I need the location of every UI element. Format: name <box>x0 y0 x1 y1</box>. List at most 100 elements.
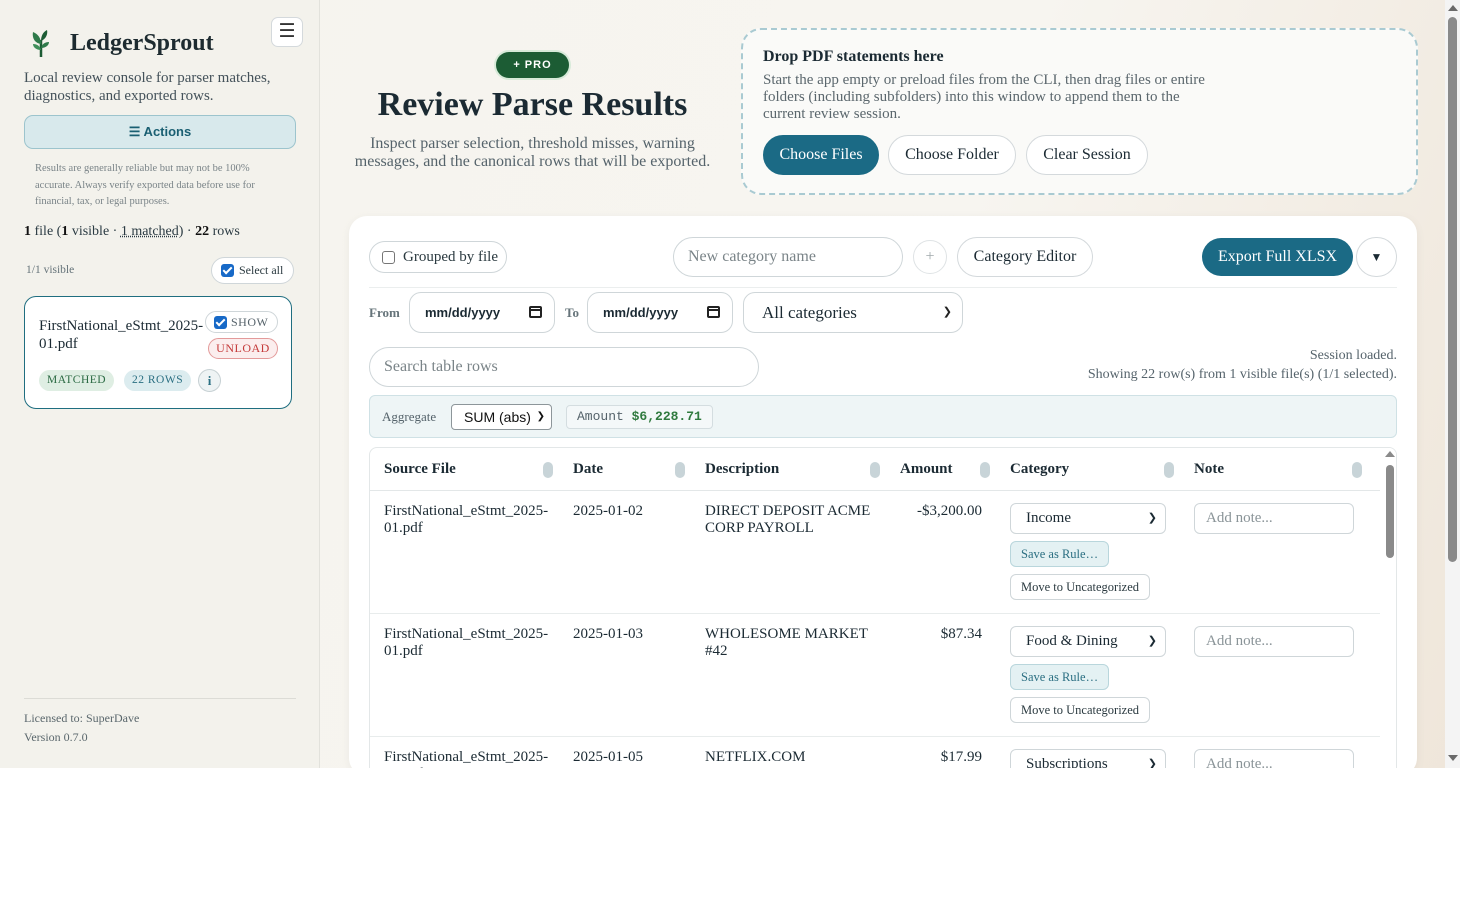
show-label: SHOW <box>231 314 269 329</box>
export-options-button[interactable]: ▼ <box>1356 237 1397 277</box>
note-input[interactable]: Add note... <box>1194 503 1354 534</box>
category-select[interactable]: Food & Dining ❯ <box>1010 626 1166 657</box>
show-checkbox[interactable] <box>214 315 227 329</box>
count-visible-word: visible · <box>68 224 121 239</box>
sprout-logo-icon <box>32 30 49 57</box>
file-card-name: FirstNational_eStmt_2025-01.pdf <box>39 318 204 352</box>
cell-amount: -$3,200.00 <box>917 503 982 519</box>
choose-folder-button[interactable]: Choose Folder <box>888 135 1016 175</box>
cell-amount: $87.34 <box>940 626 982 642</box>
chevron-down-icon: ❯ <box>1147 512 1157 524</box>
category-select-value: Income <box>1026 510 1071 526</box>
rows-badge: 22 ROWS <box>124 370 192 391</box>
category-select-value: Food & Dining <box>1026 633 1118 649</box>
review-panel: Grouped by file New category name + Cate… <box>349 216 1417 768</box>
category-filter-select[interactable]: All categories ❯ <box>743 292 963 333</box>
menu-button[interactable]: ☰ <box>271 17 303 47</box>
unload-button[interactable]: UNLOAD <box>208 338 278 359</box>
column-resize-handle[interactable] <box>1164 462 1174 478</box>
column-header-note[interactable]: Note <box>1194 448 1224 490</box>
column-header-date[interactable]: Date <box>573 448 603 490</box>
grouped-checkbox[interactable] <box>382 250 395 264</box>
info-icon[interactable]: i <box>198 369 221 392</box>
column-resize-handle[interactable] <box>1352 462 1362 478</box>
page-subtitle: Inspect parser selection, threshold miss… <box>354 135 711 170</box>
grouped-by-file-toggle[interactable]: Grouped by file <box>369 241 507 273</box>
from-date-placeholder: mm/dd/yyyy <box>425 305 501 320</box>
cell-amount: $17.99 <box>940 749 982 765</box>
save-as-rule-button[interactable]: Save as Rule… <box>1010 541 1110 567</box>
dropzone-text: Start the app empty or preload files fro… <box>763 72 1205 122</box>
brand-name: LedgerSprout <box>70 29 214 56</box>
column-header-description[interactable]: Description <box>705 448 779 490</box>
dropzone[interactable]: Drop PDF statements here Start the app e… <box>741 28 1418 195</box>
cell-source: FirstNational_eStmt_2025-01.pdf <box>384 626 549 659</box>
file-card[interactable]: FirstNational_eStmt_2025-01.pdf SHOW UNL… <box>24 296 292 409</box>
table-row: FirstNational_eStmt_2025-01.pdf 2025-01-… <box>370 737 1380 768</box>
aggregate-bar: Aggregate SUM (abs) ❯ Amount $6,228.71 <box>369 395 1397 438</box>
category-editor-button[interactable]: Category Editor <box>957 237 1093 277</box>
license-text: Licensed to: SuperDave <box>24 711 140 725</box>
divider <box>369 287 1397 288</box>
chevron-down-icon: ❯ <box>536 411 545 422</box>
page-scroll-thumb[interactable] <box>1448 17 1457 562</box>
show-toggle[interactable]: SHOW <box>205 311 278 333</box>
category-select-value: Subscriptions <box>1026 756 1108 768</box>
cell-date: 2025-01-03 <box>573 626 643 642</box>
column-resize-handle[interactable] <box>870 462 880 478</box>
column-resize-handle[interactable] <box>543 462 553 478</box>
category-select[interactable]: Income ❯ <box>1010 503 1166 534</box>
column-resize-handle[interactable] <box>675 462 685 478</box>
note-input[interactable]: Add note... <box>1194 749 1354 768</box>
scroll-down-icon[interactable] <box>1448 755 1458 761</box>
cell-source: FirstNational_eStmt_2025-01.pdf <box>384 749 549 768</box>
move-to-uncategorized-button[interactable]: Move to Uncategorized <box>1010 697 1151 723</box>
page-title: Review Parse Results <box>377 86 688 123</box>
category-select[interactable]: Subscriptions ❯ <box>1010 749 1166 768</box>
save-as-rule-button[interactable]: Save as Rule… <box>1010 664 1110 690</box>
calendar-icon[interactable] <box>707 306 720 318</box>
page-scrollbar[interactable] <box>1445 0 1460 768</box>
to-date-placeholder: mm/dd/yyyy <box>603 305 679 320</box>
count-close: ) · <box>178 224 196 239</box>
table-scrollbar[interactable] <box>1381 448 1396 768</box>
tagline: Local review console for parser matches,… <box>24 70 271 104</box>
column-header-category[interactable]: Category <box>1010 448 1069 490</box>
brand: LedgerSprout <box>24 28 214 58</box>
search-input[interactable]: Search table rows <box>369 347 759 387</box>
count-files: 1 <box>24 224 31 239</box>
sidebar-footer: Licensed to: SuperDave Version 0.7.0 <box>24 698 296 747</box>
scroll-up-icon[interactable] <box>1385 451 1395 457</box>
cell-description: NETFLIX.COM <box>705 749 806 765</box>
table-scroll-thumb[interactable] <box>1386 465 1394 558</box>
add-category-button[interactable]: + <box>913 240 947 274</box>
from-date-input[interactable]: mm/dd/yyyy <box>409 292 555 333</box>
clear-session-button[interactable]: Clear Session <box>1026 135 1148 175</box>
to-date-input[interactable]: mm/dd/yyyy <box>587 292 733 333</box>
status-line-2: Showing 22 row(s) from 1 visible file(s)… <box>1087 367 1397 382</box>
new-category-input[interactable]: New category name <box>673 237 903 277</box>
aggregate-mode-select[interactable]: SUM (abs) ❯ <box>451 404 552 430</box>
choose-files-button[interactable]: Choose Files <box>763 135 879 175</box>
note-input[interactable]: Add note... <box>1194 626 1354 657</box>
cell-date: 2025-01-02 <box>573 503 643 519</box>
app-window: LedgerSprout ☰ Local review console for … <box>0 0 1460 768</box>
chevron-down-icon: ❯ <box>1147 635 1157 647</box>
column-header-amount[interactable]: Amount <box>900 448 953 490</box>
chevron-down-icon: ❯ <box>1147 758 1157 768</box>
scroll-up-icon[interactable] <box>1448 5 1458 11</box>
column-header-source[interactable]: Source File <box>384 448 456 490</box>
actions-button[interactable]: ☰ Actions <box>24 115 296 149</box>
count-files-word: file ( <box>31 224 62 239</box>
category-filter-value: All categories <box>762 303 857 322</box>
from-label: From <box>369 305 400 320</box>
to-label: To <box>565 305 579 320</box>
calendar-icon[interactable] <box>529 306 542 318</box>
grouped-label: Grouped by file <box>403 248 498 265</box>
select-all-toggle[interactable]: Select all <box>211 257 294 284</box>
pro-badge: + PRO <box>496 52 569 78</box>
column-resize-handle[interactable] <box>980 462 990 478</box>
export-xlsx-button[interactable]: Export Full XLSX <box>1202 238 1353 276</box>
move-to-uncategorized-button[interactable]: Move to Uncategorized <box>1010 574 1151 600</box>
select-all-checkbox[interactable] <box>221 264 234 277</box>
